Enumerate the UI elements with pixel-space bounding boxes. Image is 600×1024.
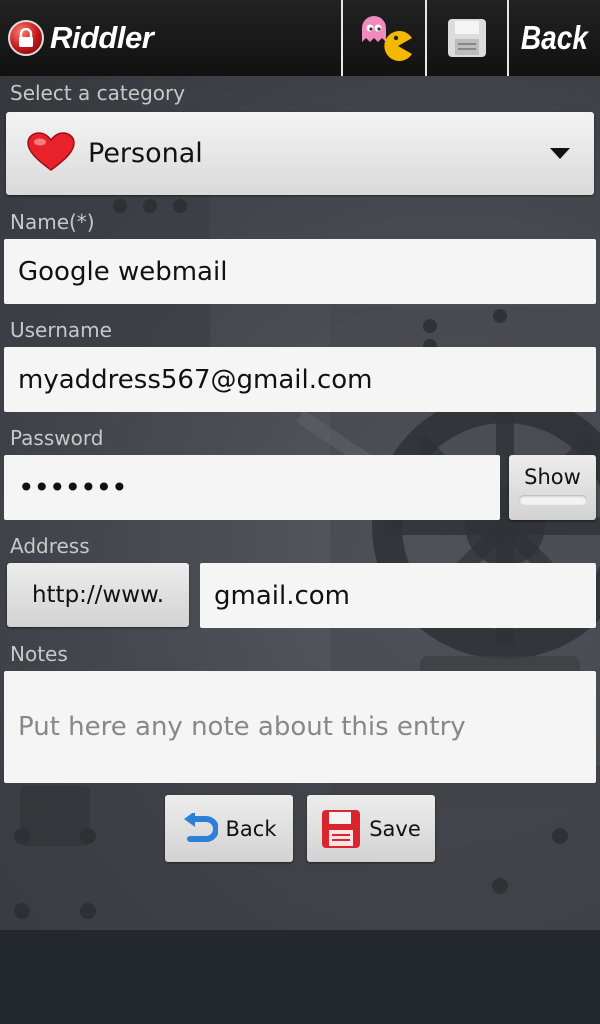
name-label: Name(*) bbox=[10, 210, 95, 234]
password-input[interactable]: ••••••• bbox=[4, 455, 500, 520]
category-label: Select a category bbox=[10, 81, 186, 105]
back-button-label: Back bbox=[225, 816, 277, 841]
pacman-ghost-icon bbox=[362, 16, 412, 62]
back-toolbar-label: Back bbox=[520, 19, 589, 56]
save-button-label: Save bbox=[369, 816, 421, 841]
game-button[interactable] bbox=[341, 0, 425, 76]
undo-arrow-icon bbox=[182, 812, 218, 845]
show-password-label: Show bbox=[524, 465, 581, 489]
address-prefix-button[interactable]: http://www. bbox=[7, 563, 189, 627]
dropdown-arrow-icon bbox=[550, 148, 570, 159]
username-input[interactable]: myaddress567@gmail.com bbox=[4, 347, 596, 412]
show-password-toggle[interactable]: Show bbox=[509, 455, 596, 520]
notes-textarea[interactable]: Put here any note about this entry bbox=[4, 671, 596, 783]
show-password-indicator bbox=[518, 495, 587, 505]
heart-icon bbox=[26, 131, 76, 176]
entry-form: Select a category Personal Name(*) Googl… bbox=[0, 76, 600, 930]
username-label: Username bbox=[10, 318, 112, 342]
address-label: Address bbox=[10, 534, 90, 558]
app-brand: Riddler bbox=[8, 16, 154, 60]
save-toolbar-button[interactable] bbox=[425, 0, 507, 76]
app-title: Riddler bbox=[50, 20, 154, 55]
password-label: Password bbox=[10, 426, 104, 450]
address-input[interactable]: gmail.com bbox=[200, 563, 596, 628]
floppy-disk-icon bbox=[448, 19, 486, 57]
action-bar: Riddler Back bbox=[0, 0, 600, 76]
back-toolbar-button[interactable]: Back bbox=[507, 0, 600, 76]
bottom-empty-area bbox=[0, 930, 600, 1024]
notes-label: Notes bbox=[10, 642, 68, 666]
category-selected-value: Personal bbox=[88, 138, 203, 169]
category-select[interactable]: Personal bbox=[6, 112, 594, 195]
save-button[interactable]: Save bbox=[307, 795, 435, 862]
padlock-logo-icon bbox=[8, 20, 44, 56]
name-input[interactable]: Google webmail bbox=[4, 239, 596, 304]
floppy-disk-red-icon bbox=[321, 809, 361, 849]
back-button[interactable]: Back bbox=[165, 795, 293, 862]
